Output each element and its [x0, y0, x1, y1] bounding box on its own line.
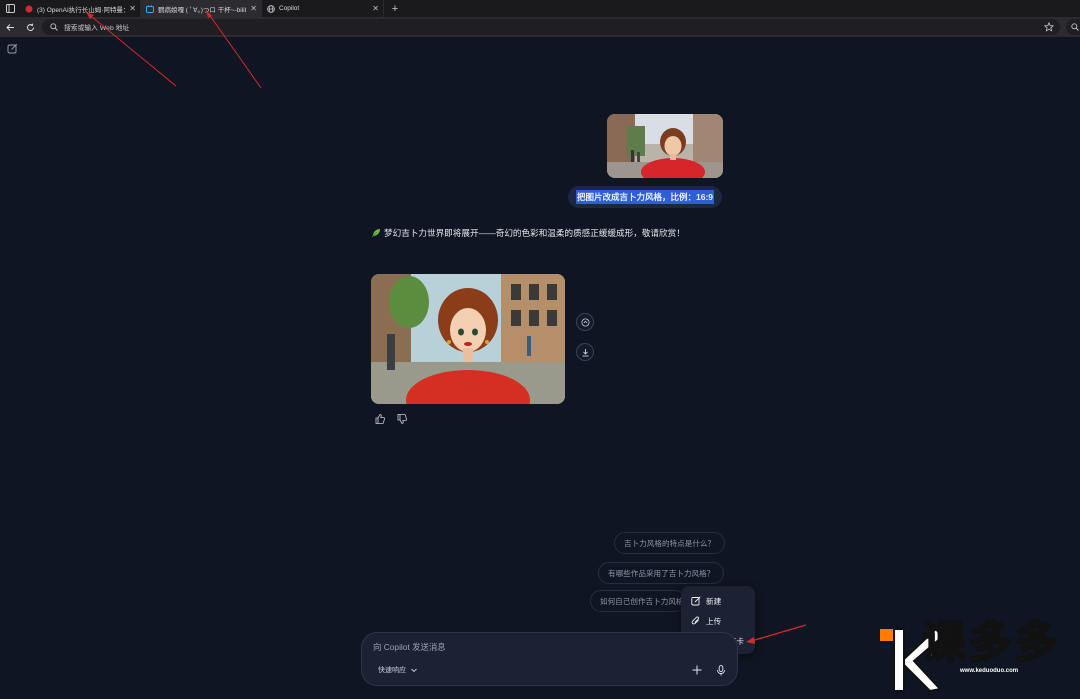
- menu-item-label: 上传: [706, 616, 722, 626]
- menu-item-new[interactable]: 新建: [681, 591, 755, 611]
- plus-icon: +: [391, 2, 399, 15]
- new-tab-button[interactable]: +: [384, 0, 406, 17]
- tab-title: Copilot: [279, 5, 300, 12]
- assistant-message-text: 梦幻吉卜力世界即将展开——奇幻的色彩和温柔的质感正缓缓成形，敬请欣赏！: [384, 228, 685, 238]
- microphone-button[interactable]: [714, 663, 728, 677]
- watermark-brand: 课多多: [921, 617, 1060, 668]
- tab-openai[interactable]: (3) OpenAI执行长山姆·阿特曼：A ✕: [20, 0, 141, 17]
- suggestion-chip[interactable]: 有哪些作品采用了吉卜力风格？: [598, 562, 725, 584]
- close-icon[interactable]: ✕: [129, 4, 136, 13]
- new-chat-edit-icon[interactable]: [7, 43, 18, 54]
- thumbs-up-icon[interactable]: [374, 413, 386, 425]
- response-mode-dropdown[interactable]: 快速响应: [378, 665, 418, 675]
- attach-plus-button[interactable]: [690, 663, 704, 677]
- sidebar-toggle-icon: [5, 4, 15, 13]
- tab-title: (3) OpenAI执行长山姆·阿特曼：A: [37, 6, 126, 14]
- side-search-button[interactable]: [1066, 19, 1080, 35]
- arrow-left-icon: [5, 23, 14, 31]
- tab-copilot[interactable]: Copilot ✕: [262, 0, 384, 17]
- close-icon[interactable]: ✕: [250, 4, 257, 13]
- back-button[interactable]: [0, 17, 20, 37]
- search-icon: [50, 23, 58, 31]
- menu-item-label: 新建: [706, 596, 722, 606]
- url-input[interactable]: 搜索或输入 Web 地址: [42, 19, 1060, 35]
- favorite-star-icon[interactable]: [1044, 22, 1054, 32]
- download-icon: [582, 348, 588, 356]
- tab-bilibili[interactable]: 鹦鹉娘嘎 ( ﾟ∀。)つロ 干杯~-bilib ✕: [141, 0, 262, 17]
- watermark-url: www.keduoduo.com: [960, 668, 1019, 674]
- message-input[interactable]: [373, 640, 673, 654]
- tab-strip: (3) OpenAI执行长山姆·阿特曼：A ✕ 鹦鹉娘嘎 ( ﾟ∀。)つロ 干杯…: [0, 0, 1080, 17]
- microphone-icon: [717, 664, 725, 675]
- thumbs-down-icon[interactable]: [396, 413, 408, 425]
- user-message-text: 把图片改成吉卜力风格，比例：16:9: [576, 190, 715, 204]
- chevron-down-icon: [411, 668, 417, 673]
- plus-icon: [692, 665, 702, 675]
- user-message-bubble: 把图片改成吉卜力风格，比例：16:9: [568, 186, 723, 208]
- search-icon: [1071, 23, 1079, 31]
- globe-icon: [267, 4, 275, 13]
- close-icon[interactable]: ✕: [372, 4, 379, 13]
- suggestion-chip[interactable]: 吉卜力风格的特点是什么？: [614, 532, 726, 554]
- menu-item-upload[interactable]: 上传: [681, 611, 755, 631]
- news-favicon-icon: [25, 5, 33, 12]
- tab-actions-button[interactable]: [0, 0, 20, 17]
- paperclip-icon: [691, 616, 700, 625]
- edit-icon: [691, 596, 701, 606]
- refresh-button[interactable]: [20, 17, 40, 37]
- user-uploaded-photo[interactable]: [607, 114, 723, 178]
- tab-title: 鹦鹉娘嘎 ( ﾟ∀。)つロ 干杯~-bilib: [158, 6, 247, 14]
- response-mode-label: 快速响应: [378, 667, 406, 674]
- message-composer: 快速响应: [361, 632, 738, 686]
- generated-ghibli-image[interactable]: [371, 274, 565, 404]
- share-button[interactable]: [576, 313, 594, 331]
- assistant-message: 梦幻吉卜力世界即将展开——奇幻的色彩和温柔的质感正缓缓成形，敬请欣赏！: [371, 227, 685, 239]
- leaf-emoji-icon: [371, 229, 380, 238]
- refresh-icon: [26, 23, 34, 31]
- bilibili-favicon-icon: [146, 4, 154, 13]
- suggestion-chip[interactable]: 如何自己创作吉卜力风格: [590, 590, 686, 612]
- share-icon: [581, 318, 589, 326]
- copilot-chat-area: 把图片改成吉卜力风格，比例：16:9 梦幻吉卜力世界即将展开——奇幻的色彩和温柔…: [0, 37, 1080, 699]
- download-button[interactable]: [576, 343, 594, 361]
- url-placeholder: 搜索或输入 Web 地址: [64, 25, 130, 32]
- address-bar: 搜索或输入 Web 地址: [0, 17, 1080, 37]
